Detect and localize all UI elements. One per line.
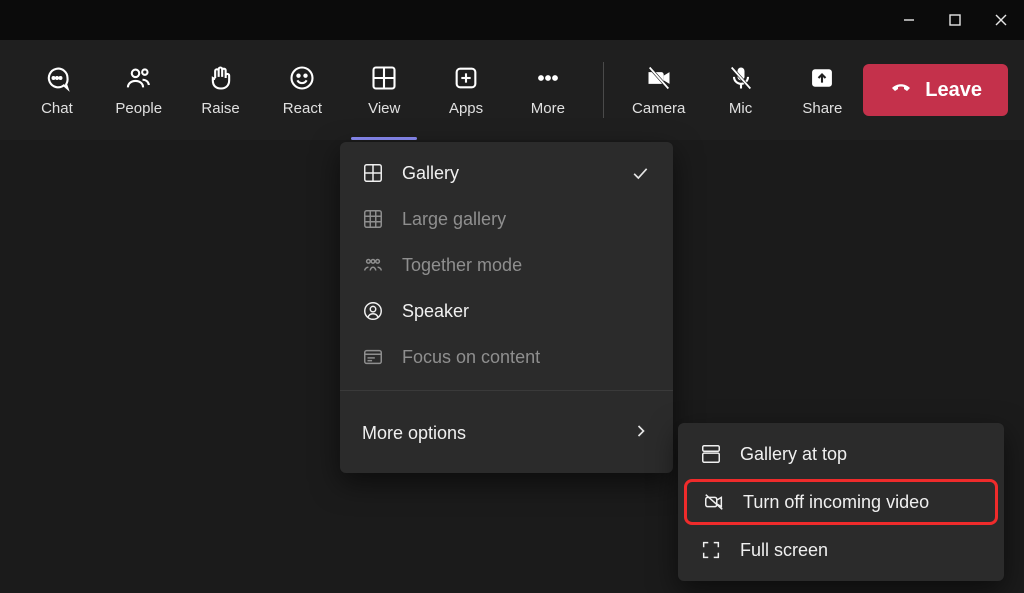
toolbar-divider bbox=[603, 62, 604, 118]
video-off-icon bbox=[703, 491, 725, 513]
menu-item-label: Large gallery bbox=[402, 209, 506, 230]
hangup-icon bbox=[889, 75, 913, 105]
menu-item-turn-off-incoming-video[interactable]: Turn off incoming video bbox=[684, 479, 998, 525]
apps-icon bbox=[452, 64, 480, 92]
gallery-at-top-icon bbox=[700, 443, 722, 465]
gallery-icon bbox=[362, 162, 384, 184]
more-button[interactable]: More bbox=[507, 40, 589, 140]
menu-item-more-options[interactable]: More options bbox=[340, 401, 673, 465]
leave-button[interactable]: Leave bbox=[863, 64, 1008, 116]
more-icon bbox=[534, 64, 562, 92]
react-label: React bbox=[283, 100, 322, 117]
mic-label: Mic bbox=[729, 100, 752, 117]
leave-label: Leave bbox=[925, 79, 982, 102]
more-options-submenu: Gallery at top Turn off incoming video F… bbox=[678, 423, 1004, 581]
apps-button[interactable]: Apps bbox=[425, 40, 507, 140]
view-menu: Gallery Large gallery Together mode Spea… bbox=[340, 142, 673, 473]
view-button[interactable]: View bbox=[343, 40, 425, 140]
share-icon bbox=[808, 64, 836, 92]
camera-label: Camera bbox=[632, 100, 685, 117]
menu-item-label: Gallery bbox=[402, 163, 459, 184]
speaker-icon bbox=[362, 300, 384, 322]
chevron-right-icon bbox=[631, 421, 651, 446]
check-icon bbox=[629, 162, 651, 184]
full-screen-icon bbox=[700, 539, 722, 561]
large-gallery-icon bbox=[362, 208, 384, 230]
chat-label: Chat bbox=[41, 100, 73, 117]
chat-button[interactable]: Chat bbox=[16, 40, 98, 140]
share-button[interactable]: Share bbox=[781, 40, 863, 140]
raise-hand-button[interactable]: Raise bbox=[180, 40, 262, 140]
menu-item-gallery-at-top[interactable]: Gallery at top bbox=[678, 431, 1004, 477]
view-label: View bbox=[368, 100, 400, 117]
raise-hand-icon bbox=[207, 64, 235, 92]
people-label: People bbox=[115, 100, 162, 117]
menu-item-label: Speaker bbox=[402, 301, 469, 322]
raise-hand-label: Raise bbox=[201, 100, 239, 117]
window-titlebar bbox=[0, 0, 1024, 40]
view-icon bbox=[370, 64, 398, 92]
mic-off-icon bbox=[727, 64, 755, 92]
menu-item-together-mode[interactable]: Together mode bbox=[340, 242, 673, 288]
react-icon bbox=[288, 64, 316, 92]
menu-item-large-gallery[interactable]: Large gallery bbox=[340, 196, 673, 242]
menu-item-label: Gallery at top bbox=[740, 444, 847, 465]
maximize-button[interactable] bbox=[932, 1, 978, 39]
share-label: Share bbox=[802, 100, 842, 117]
menu-item-label: Focus on content bbox=[402, 347, 540, 368]
menu-item-label: Turn off incoming video bbox=[743, 492, 929, 513]
focus-content-icon bbox=[362, 346, 384, 368]
menu-separator bbox=[340, 390, 673, 391]
menu-item-label: Full screen bbox=[740, 540, 828, 561]
meeting-toolbar: Chat People Raise React View Apps bbox=[0, 40, 1024, 140]
menu-item-label: More options bbox=[362, 423, 466, 444]
camera-off-icon bbox=[645, 64, 673, 92]
more-label: More bbox=[531, 100, 565, 117]
menu-item-speaker[interactable]: Speaker bbox=[340, 288, 673, 334]
chat-icon bbox=[43, 64, 71, 92]
together-mode-icon bbox=[362, 254, 384, 276]
menu-item-full-screen[interactable]: Full screen bbox=[678, 527, 1004, 573]
mic-button[interactable]: Mic bbox=[700, 40, 782, 140]
react-button[interactable]: React bbox=[261, 40, 343, 140]
menu-item-label: Together mode bbox=[402, 255, 522, 276]
menu-item-focus-content[interactable]: Focus on content bbox=[340, 334, 673, 380]
close-window-button[interactable] bbox=[978, 1, 1024, 39]
minimize-button[interactable] bbox=[886, 1, 932, 39]
camera-button[interactable]: Camera bbox=[618, 40, 700, 140]
menu-item-gallery[interactable]: Gallery bbox=[340, 150, 673, 196]
apps-label: Apps bbox=[449, 100, 483, 117]
people-icon bbox=[125, 64, 153, 92]
people-button[interactable]: People bbox=[98, 40, 180, 140]
